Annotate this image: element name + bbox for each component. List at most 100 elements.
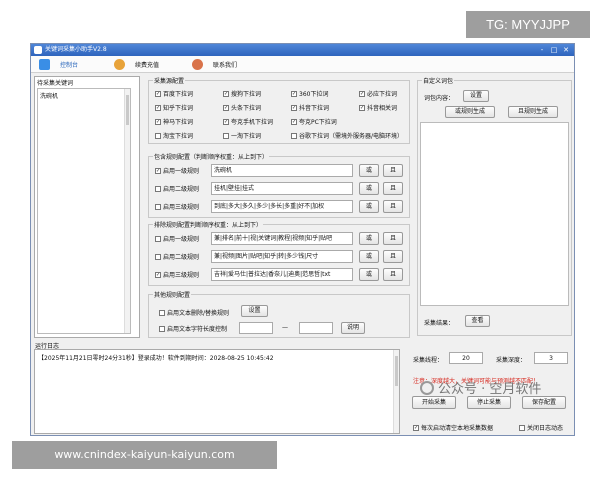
wallet-icon: [114, 59, 125, 70]
and-rule-generate-button[interactable]: 且规则生成: [508, 106, 558, 118]
app-icon: [34, 46, 42, 54]
exclude-rule-input[interactable]: 吉祥|爱马仕|普拉达|香奈儿|迪奥|范思哲|txt: [211, 268, 353, 281]
pack-settings-button[interactable]: 设置: [463, 90, 489, 102]
stop-collect-button[interactable]: 停止采集: [467, 396, 511, 409]
include-rule-input[interactable]: 洗碗机: [211, 164, 353, 177]
length-control-checkbox[interactable]: 启用文本字符长度控制: [159, 324, 227, 333]
source-config-title: 采集源配置: [153, 76, 186, 85]
include-or-button[interactable]: 或: [359, 200, 379, 213]
source-checkbox[interactable]: ✓ 夸克手机下拉词: [223, 117, 273, 126]
watermark-text: 公众号 · 空月软件: [438, 382, 542, 397]
maximize-button[interactable]: □: [548, 44, 560, 56]
source-checkbox[interactable]: ✓ 百度下拉词: [155, 89, 193, 98]
source-checkbox[interactable]: ✓ 抖音下拉词: [291, 103, 329, 112]
checkbox-box: [223, 132, 229, 139]
length-max-input[interactable]: [299, 322, 333, 334]
include-or-button[interactable]: 或: [359, 164, 379, 177]
pack-result-area[interactable]: [420, 122, 569, 306]
checkbox-box: [155, 185, 161, 192]
checkbox-box: ✓: [291, 90, 297, 97]
include-and-button[interactable]: 且: [383, 164, 403, 177]
minimize-button[interactable]: -: [536, 44, 548, 56]
keyword-textarea[interactable]: 洗碗机: [37, 88, 131, 334]
exclude-rule-checkbox[interactable]: 启用二级规则: [155, 252, 199, 261]
checkbox-box: ✓: [223, 104, 229, 111]
exclude-or-button[interactable]: 或: [359, 232, 379, 245]
length-range-dash: —: [282, 324, 288, 331]
depth-input[interactable]: 3: [534, 352, 568, 364]
custom-pack-title: 自定义词包: [422, 76, 455, 85]
source-checkbox[interactable]: ✓ 头条下拉词: [223, 103, 261, 112]
keyword-scrollbar[interactable]: [124, 89, 130, 333]
keyword-panel: 待采集关键词 洗碗机: [34, 76, 140, 338]
window-controls: - □ ✕: [536, 44, 572, 56]
include-rule-label: 启用一级规则: [163, 168, 200, 175]
include-and-button[interactable]: 且: [383, 182, 403, 195]
start-collect-button[interactable]: 开始采集: [412, 396, 456, 409]
checkbox-box: ✓: [223, 90, 229, 97]
checkbox-box: ✓: [359, 90, 365, 97]
include-or-button[interactable]: 或: [359, 182, 379, 195]
wechat-icon: [420, 380, 434, 395]
replace-rule-settings-button[interactable]: 设置: [241, 305, 268, 317]
source-checkbox[interactable]: 淘宝下拉词: [155, 131, 193, 140]
source-label: 360下拉词: [299, 91, 329, 98]
source-checkbox[interactable]: 谷歌下拉词（需境外服务器/电脑环境）: [291, 131, 403, 140]
source-checkbox[interactable]: ✓ 搜狗下拉词: [223, 89, 261, 98]
include-rule-checkbox[interactable]: 启用二级规则: [155, 184, 199, 193]
source-label: 百度下拉词: [163, 91, 194, 98]
auto-clear-checkbox[interactable]: ✓ 每次启动清空本地采集数据: [413, 423, 493, 432]
log-scrollbar[interactable]: [393, 350, 399, 433]
depth-label: 采集深度：: [496, 357, 527, 364]
tab-recharge[interactable]: 续费充值: [106, 56, 184, 73]
tab-contact[interactable]: 联系我们: [184, 56, 264, 73]
length-control-label: 启用文本字符长度控制: [167, 326, 228, 333]
exclude-or-button[interactable]: 或: [359, 268, 379, 281]
auto-clear-label: 每次启动清空本地采集数据: [421, 425, 494, 432]
console-icon: [39, 59, 50, 70]
view-result-button[interactable]: 查看: [465, 315, 490, 327]
close-button[interactable]: ✕: [560, 44, 572, 56]
replace-rule-checkbox[interactable]: 启用文本删除/替换规则: [159, 308, 229, 317]
close-log-checkbox[interactable]: 关闭日志动态: [519, 423, 563, 432]
length-min-input[interactable]: [239, 322, 273, 334]
source-label: 夸克手机下拉词: [231, 119, 274, 126]
source-checkbox[interactable]: ✓ 必应下拉词: [359, 89, 397, 98]
source-checkbox[interactable]: 一淘下拉词: [223, 131, 261, 140]
checkbox-box: [159, 309, 165, 316]
length-explain-button[interactable]: 说明: [341, 322, 365, 334]
save-config-button[interactable]: 保存配置: [522, 396, 566, 409]
or-rule-generate-button[interactable]: 或规则生成: [445, 106, 495, 118]
include-rule-input[interactable]: 到底|多大|多久|多少|多长|多重|好不|加权: [211, 200, 353, 213]
exclude-and-button[interactable]: 且: [383, 250, 403, 263]
keyword-line: 洗碗机: [40, 93, 59, 100]
replace-rule-label: 启用文本删除/替换规则: [167, 310, 230, 317]
exclude-or-button[interactable]: 或: [359, 250, 379, 263]
exclude-and-button[interactable]: 且: [383, 268, 403, 281]
include-and-button[interactable]: 且: [383, 200, 403, 213]
include-rule-checkbox[interactable]: 启用三级规则: [155, 202, 199, 211]
include-rule-input[interactable]: 挂机|壁挂|挂式: [211, 182, 353, 195]
checkbox-box: ✓: [155, 104, 161, 111]
source-checkbox[interactable]: ✓ 夸克PC下拉词: [291, 117, 337, 126]
thread-input[interactable]: 20: [449, 352, 483, 364]
exclude-rule-label: 启用一级规则: [163, 236, 200, 243]
toolbar: 控制台 续费充值 联系我们: [31, 56, 574, 73]
source-label: 谷歌下拉词（需境外服务器/电脑环境）: [299, 133, 404, 140]
exclude-and-button[interactable]: 且: [383, 232, 403, 245]
source-label: 神马下拉词: [163, 119, 194, 126]
exclude-rule-input[interactable]: 兼|排名|前十|视|关键词|教程|视频|知乎|贴吧: [211, 232, 353, 245]
checkbox-box: ✓: [413, 424, 419, 431]
tab-contact-label: 联系我们: [213, 62, 238, 69]
tab-console[interactable]: 控制台: [31, 56, 106, 73]
source-checkbox[interactable]: ✓ 360下拉词: [291, 89, 328, 98]
exclude-rule-input[interactable]: 兼|视频|图片|贴吧|知乎|转|多少钱|尺寸: [211, 250, 353, 263]
source-checkbox[interactable]: ✓ 知乎下拉词: [155, 103, 193, 112]
exclude-rule-checkbox[interactable]: 启用一级规则: [155, 234, 199, 243]
exclude-rule-checkbox[interactable]: ✓ 启用三级规则: [155, 270, 199, 279]
include-rule-checkbox[interactable]: ✓ 启用一级规则: [155, 166, 199, 175]
include-rules-title: 包含规则配置（判断顺序权重：从上到下）: [153, 152, 270, 161]
source-checkbox[interactable]: ✓ 抖音相关词: [359, 103, 397, 112]
keyword-panel-header: 待采集关键词: [37, 80, 74, 87]
source-checkbox[interactable]: ✓ 神马下拉词: [155, 117, 193, 126]
